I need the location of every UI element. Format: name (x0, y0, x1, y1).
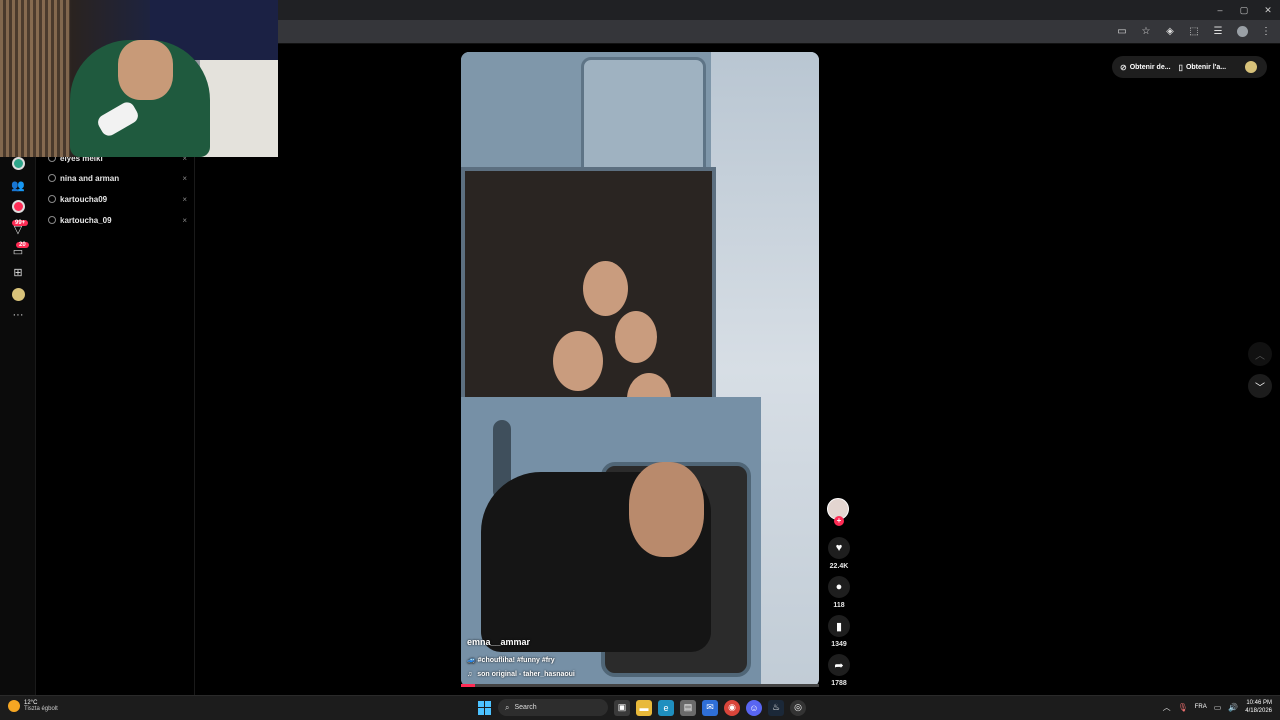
get-coins-button[interactable]: ⊘ Obtenir de... (1120, 63, 1171, 72)
browser-toolbar-icons: ▭ ☆ ◈ ⬚ ☰ ⋮ (1114, 23, 1274, 39)
task-view-icon[interactable]: ▣ (614, 699, 630, 716)
weather-widget[interactable]: 12°C Tiszta égbolt (8, 700, 58, 712)
video-scene-window (461, 167, 716, 425)
get-coins-label: Obtenir de... (1129, 63, 1171, 71)
profile-icon[interactable] (10, 286, 26, 302)
previous-video-button[interactable]: ︿ (1248, 342, 1272, 366)
upload-icon[interactable]: ⊞ (10, 264, 26, 280)
store-icon[interactable]: ▤ (680, 699, 696, 716)
search-icon: ⌕ (505, 702, 510, 712)
video-progress-fill (461, 684, 476, 687)
maximize-button[interactable]: ▢ (1232, 0, 1256, 20)
volume-icon[interactable]: 🔊 (1228, 703, 1238, 712)
sound-title: son original - taher_hasnaoui (477, 671, 575, 678)
history-item-label: kartoucha09 (60, 194, 108, 204)
foryou-icon[interactable] (10, 155, 26, 171)
heart-icon: ♥ (835, 542, 843, 554)
bookmark-icon: ▮ (835, 620, 843, 633)
streamer-webcam-overlay (0, 0, 278, 157)
history-item-label: kartoucha_09 (60, 215, 112, 225)
comment-button[interactable]: ● (828, 576, 850, 598)
edge-icon[interactable]: e (658, 699, 674, 716)
like-button[interactable]: ♥ (828, 537, 850, 559)
language-indicator[interactable]: FRA (1195, 704, 1207, 710)
mail-icon[interactable]: ✉ (702, 699, 718, 716)
comment-icon: ● (835, 581, 843, 593)
remove-history-icon[interactable]: × (182, 174, 187, 183)
music-note-icon: ♫ (467, 671, 473, 678)
coin-icon: ⊘ (1120, 62, 1127, 72)
extensions-puzzle-icon[interactable]: ⬚ (1186, 23, 1202, 39)
share-arrow-icon: ➦ (834, 659, 844, 672)
video-author-name[interactable]: emna__ammar (467, 637, 530, 647)
history-item-label: nina and arman (60, 173, 120, 183)
discord-icon[interactable]: ☺ (746, 699, 762, 716)
taskbar-search-box[interactable]: ⌕ Search (498, 699, 608, 716)
chevron-up-icon: ︿ (1255, 350, 1265, 362)
history-item[interactable]: nina and arman × (37, 169, 195, 187)
more-icon[interactable]: ··· (10, 307, 26, 323)
windows-taskbar: 12°C Tiszta égbolt ⌕ Search ▣ ▬ e ▤ ✉ ◉ … (0, 695, 1280, 720)
extension-shield-icon[interactable]: ◈ (1162, 23, 1178, 39)
browser-profile-icon[interactable] (1234, 23, 1250, 39)
clock-time: 10:46 PM (1246, 700, 1272, 706)
window-controls: – ▢ ✕ (1208, 0, 1280, 20)
follow-plus-icon[interactable]: + (834, 516, 844, 526)
video-sound-link[interactable]: ♫ son original - taher_hasnaoui (467, 671, 575, 678)
chevron-down-icon: ﹀ (1255, 382, 1265, 394)
comment-count: 118 (833, 602, 845, 609)
history-item[interactable]: kartoucha_09 × (37, 211, 195, 229)
live-icon[interactable] (10, 198, 26, 214)
header-actions-pill: ⊘ Obtenir de... ▯ Obtenir l'a... (1112, 56, 1267, 78)
taskbar-search-label: Search (514, 704, 537, 711)
phone-icon: ▯ (1178, 62, 1183, 72)
history-clock-icon (48, 195, 56, 203)
save-button[interactable]: ▮ (828, 615, 850, 637)
next-video-button[interactable]: ﹀ (1248, 374, 1272, 398)
like-count: 22.4K (829, 563, 849, 570)
windows-start-icon[interactable] (478, 700, 492, 715)
tray-overflow-icon[interactable]: ︿ (1163, 702, 1171, 713)
taskbar-clock[interactable]: 10:46 PM 4/18/2026 (1245, 699, 1272, 715)
browser-menu-icon[interactable]: ⋮ (1258, 23, 1274, 39)
history-clock-icon (48, 216, 56, 224)
search-history-panel: elyes melki × nina and arman × kartoucha… (37, 150, 195, 695)
get-app-label: Obtenir l'a... (1185, 63, 1227, 71)
system-tray: ︿ 🎙 FRA ▭ 🔊 10:46 PM 4/18/2026 (1163, 699, 1272, 715)
cast-icon[interactable]: ▭ (1114, 23, 1130, 39)
microphone-tray-icon[interactable]: 🎙 (1178, 703, 1188, 712)
obs-icon[interactable]: ◎ (790, 699, 806, 716)
video-progress-bar[interactable] (461, 684, 819, 687)
weather-moon-icon (8, 700, 20, 712)
remove-history-icon[interactable]: × (182, 195, 187, 204)
remove-history-icon[interactable]: × (182, 216, 187, 225)
history-item[interactable]: kartoucha09 × (37, 190, 195, 208)
activity-badge: 99+ (12, 220, 29, 226)
friends-icon[interactable]: 👥 (10, 177, 26, 193)
network-icon[interactable]: ▭ (1214, 703, 1222, 712)
close-window-button[interactable]: ✕ (1256, 0, 1280, 20)
screen: – ▢ ✕ ▭ ☆ ◈ ⬚ ☰ ⋮ 👥 ▽ 99+ ▭ 20 ⊞ ··· ely… (0, 0, 1280, 720)
steam-icon[interactable]: ♨ (768, 699, 784, 716)
left-nav-rail: 👥 ▽ 99+ ▭ 20 ⊞ ··· (0, 155, 36, 695)
video-hashtags[interactable]: 🚙 #choufliha! #funny #fry (467, 656, 555, 664)
share-button[interactable]: ➦ (828, 654, 850, 676)
chrome-icon[interactable]: ◉ (724, 699, 740, 716)
save-count: 1349 (831, 641, 847, 648)
taskbar-apps: ⌕ Search ▣ ▬ e ▤ ✉ ◉ ☺ ♨ ◎ (478, 699, 806, 716)
minimize-button[interactable]: – (1208, 0, 1232, 20)
weather-description: Tiszta égbolt (24, 706, 58, 712)
tab-search-icon[interactable]: ☰ (1210, 23, 1226, 39)
history-clock-icon (48, 174, 56, 182)
bookmark-star-icon[interactable]: ☆ (1138, 23, 1154, 39)
video-player[interactable] (461, 52, 819, 687)
share-count: 1788 (831, 680, 847, 687)
user-avatar[interactable] (1245, 61, 1257, 73)
file-explorer-icon[interactable]: ▬ (636, 699, 652, 716)
clock-date: 4/18/2026 (1245, 708, 1272, 714)
messages-badge: 20 (16, 242, 29, 248)
get-app-button[interactable]: ▯ Obtenir l'a... (1179, 63, 1227, 72)
